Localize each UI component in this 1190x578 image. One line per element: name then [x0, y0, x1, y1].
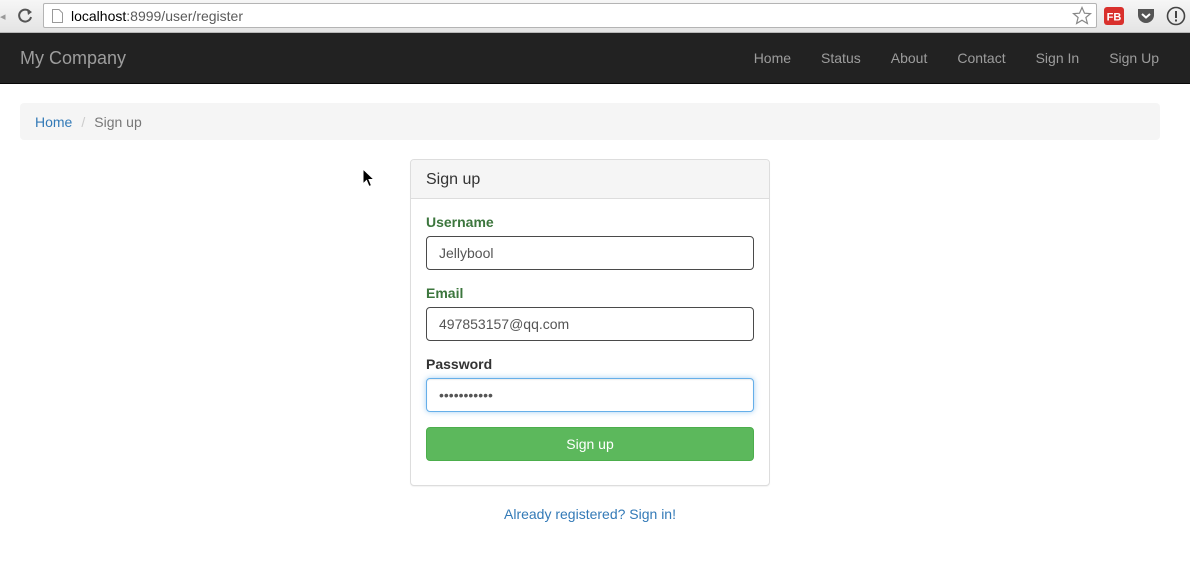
password-input[interactable]	[426, 378, 754, 412]
password-group: Password	[426, 356, 754, 412]
address-bar[interactable]: localhost:8999/user/register	[43, 3, 1097, 28]
signin-link[interactable]: Already registered? Sign in!	[410, 506, 770, 522]
mouse-cursor-icon	[362, 168, 376, 188]
url-text: localhost:8999/user/register	[71, 8, 243, 24]
signup-button[interactable]: Sign up	[426, 427, 754, 461]
browser-toolbar: ◂ localhost:8999/user/register FB	[0, 0, 1190, 33]
top-navbar: My Company Home Status About Contact Sig…	[0, 33, 1190, 84]
nav-about[interactable]: About	[876, 33, 943, 83]
breadcrumb: Home / Sign up	[20, 103, 1160, 140]
brand-link[interactable]: My Company	[20, 48, 126, 69]
firebug-extension-icon[interactable]: FB	[1103, 5, 1125, 27]
bookmark-star-icon[interactable]	[1072, 6, 1092, 26]
info-icon[interactable]	[1165, 5, 1187, 27]
nav-sign-in[interactable]: Sign In	[1021, 33, 1095, 83]
nav-contact[interactable]: Contact	[942, 33, 1020, 83]
nav-sign-up[interactable]: Sign Up	[1094, 33, 1174, 83]
panel-title: Sign up	[411, 160, 769, 199]
page-icon	[52, 9, 63, 23]
username-group: Username	[426, 214, 754, 270]
breadcrumb-current: Sign up	[94, 113, 142, 130]
username-input[interactable]	[426, 236, 754, 270]
username-label: Username	[426, 214, 494, 230]
breadcrumb-home[interactable]: Home	[35, 114, 72, 130]
nav-home[interactable]: Home	[739, 33, 806, 83]
email-group: Email	[426, 285, 754, 341]
url-path: :8999/user/register	[126, 8, 243, 24]
signup-form: Username Email Password Sign up	[411, 199, 769, 476]
url-host: localhost	[71, 8, 127, 24]
reload-icon[interactable]	[14, 5, 36, 27]
nav-status[interactable]: Status	[806, 33, 876, 83]
email-label: Email	[426, 285, 464, 301]
signup-panel: Sign up Username Email Password Sign up	[410, 159, 770, 486]
breadcrumb-separator: /	[81, 113, 86, 130]
password-label: Password	[426, 356, 493, 372]
pocket-extension-icon[interactable]	[1135, 5, 1157, 27]
email-input[interactable]	[426, 307, 754, 341]
back-arrow-icon[interactable]: ◂	[0, 10, 6, 23]
nav-links: Home Status About Contact Sign In Sign U…	[739, 33, 1174, 83]
firebug-label: FB	[1107, 12, 1122, 24]
